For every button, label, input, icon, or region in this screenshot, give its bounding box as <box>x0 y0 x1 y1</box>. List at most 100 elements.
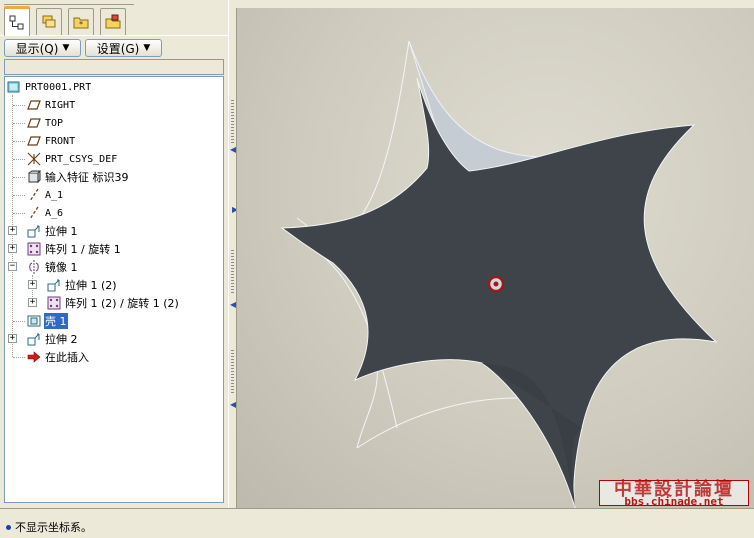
tree-item-label: 拉伸 2 <box>45 333 78 346</box>
import-feature-icon <box>27 170 41 184</box>
graphics-viewport[interactable]: 中華設計論壇 bbs.chinade.net <box>236 8 754 508</box>
tree-item-label: FRONT <box>45 135 76 147</box>
model-render <box>280 40 718 508</box>
tree-item-pattern-1-copy[interactable]: 阵列 1 (2) / 旋转 1 (2) <box>47 295 180 311</box>
tree-connector <box>13 123 25 124</box>
model-tree[interactable]: + + − + + + PRT0001.PRT RIGHT TOP FRONT <box>4 76 224 503</box>
datum-plane-icon <box>27 134 41 148</box>
svg-text:*: * <box>79 20 83 29</box>
expand-toggle[interactable]: + <box>8 334 17 343</box>
tree-item-label: RIGHT <box>45 99 76 111</box>
tree-item-label: 壳 1 <box>44 313 68 329</box>
tree-connector <box>13 195 25 196</box>
tree-item-import-feature[interactable]: 输入特征 标识39 <box>27 169 130 185</box>
datum-plane-icon <box>27 98 41 112</box>
watermark: 中華設計論壇 bbs.chinade.net <box>599 480 749 508</box>
dropdown-arrow-icon: ▼ <box>143 43 151 53</box>
tree-item-label: TOP <box>45 117 64 129</box>
expand-toggle[interactable]: + <box>8 244 17 253</box>
tree-item-pattern-1[interactable]: 阵列 1 / 旋转 1 <box>27 241 122 257</box>
tab-favorites[interactable]: * <box>68 8 94 35</box>
extrude-icon <box>27 224 41 238</box>
navigator-panel: * 显示(Q) ▼ 设置(G) ▼ + + − + + + PRT0001.PR… <box>0 0 229 508</box>
collapse-toggle[interactable]: − <box>8 262 17 271</box>
datum-axis-icon <box>27 188 41 202</box>
tree-connector <box>13 357 25 358</box>
show-menu-label: 显示(Q) <box>15 41 59 56</box>
tree-header-bar <box>4 59 224 75</box>
tree-connector <box>13 213 25 214</box>
tree-item-extrude-1-copy[interactable]: 拉伸 1 (2) <box>47 277 118 293</box>
tree-item-label: 在此插入 <box>45 351 89 364</box>
model-tree-icon <box>9 15 24 29</box>
tab-top-sliver <box>4 0 134 5</box>
connections-icon <box>105 14 121 29</box>
layers-folder-icon <box>42 15 56 28</box>
watermark-url: bbs.chinade.net <box>624 495 724 508</box>
tree-item-label: A_1 <box>45 189 64 201</box>
tree-item-csys[interactable]: PRT_CSYS_DEF <box>27 151 118 167</box>
splitter-grip <box>231 250 234 294</box>
tree-item-label: PRT0001.PRT <box>25 81 92 93</box>
tab-folder-browser[interactable] <box>36 8 62 35</box>
tree-item-label: 阵列 1 (2) / 旋转 1 (2) <box>65 297 179 310</box>
tree-item-extrude-2[interactable]: 拉伸 2 <box>27 331 79 347</box>
tab-connections[interactable] <box>100 8 126 35</box>
mirror-icon <box>27 260 41 274</box>
show-menu-button[interactable]: 显示(Q) ▼ <box>4 39 81 57</box>
tree-item-front[interactable]: FRONT <box>27 133 76 149</box>
tree-item-axis-a6[interactable]: A_6 <box>27 205 64 221</box>
settings-menu-button[interactable]: 设置(G) ▼ <box>85 39 162 57</box>
coordinate-system-icon <box>27 152 41 166</box>
tree-item-label: 拉伸 1 <box>45 225 78 238</box>
datum-axis-icon <box>27 206 41 220</box>
tree-item-shell-1[interactable]: 壳 1 <box>27 313 68 329</box>
dark-shell-surface <box>280 77 718 508</box>
tab-model-tree[interactable] <box>4 6 30 36</box>
tree-connector <box>13 141 25 142</box>
pro-engineer-window: * 显示(Q) ▼ 设置(G) ▼ + + − + + + PRT0001.PR… <box>0 0 754 538</box>
favorites-folder-icon: * <box>73 17 89 29</box>
tree-item-label: A_6 <box>45 207 64 219</box>
pattern-icon <box>27 242 41 256</box>
tree-item-label: 镜像 1 <box>45 261 78 274</box>
extrude-icon <box>27 332 41 346</box>
tree-menu-row: 显示(Q) ▼ 设置(G) ▼ <box>0 38 229 58</box>
tree-connector <box>13 321 25 322</box>
tree-item-mirror-1[interactable]: 镜像 1 <box>27 259 79 275</box>
dropdown-arrow-icon: ▼ <box>62 43 70 53</box>
tree-item-extrude-1[interactable]: 拉伸 1 <box>27 223 79 239</box>
shell-icon <box>27 314 41 328</box>
insert-here-arrow-icon <box>27 350 41 364</box>
center-marker-dot <box>493 281 499 287</box>
expand-toggle[interactable]: + <box>28 280 37 289</box>
pattern-icon <box>47 296 61 310</box>
tree-connector <box>13 105 25 106</box>
edge-curve <box>356 397 518 449</box>
tree-item-label: 输入特征 标识39 <box>45 171 129 184</box>
tree-item-root-part[interactable]: PRT0001.PRT <box>7 79 92 95</box>
message-bullet-icon <box>6 524 11 530</box>
status-message: 不显示坐标系。 <box>6 519 92 535</box>
expand-toggle[interactable]: + <box>8 226 17 235</box>
tree-item-label: 拉伸 1 (2) <box>65 279 117 292</box>
splitter-grip <box>231 350 234 394</box>
splitter-grip <box>231 100 234 144</box>
tree-item-axis-a1[interactable]: A_1 <box>27 187 64 203</box>
navigator-tab-strip: * <box>0 0 229 36</box>
tree-item-right[interactable]: RIGHT <box>27 97 76 113</box>
tree-item-label: 阵列 1 / 旋转 1 <box>45 243 121 256</box>
datum-plane-icon <box>27 116 41 130</box>
tree-item-top[interactable]: TOP <box>27 115 64 131</box>
tree-item-label: PRT_CSYS_DEF <box>45 153 118 165</box>
status-message-text: 不显示坐标系。 <box>15 521 92 534</box>
panel-splitter[interactable]: ◀ ▶ ◀ ◀ <box>228 0 238 508</box>
part-icon <box>7 80 21 94</box>
tree-connector <box>13 159 25 160</box>
expand-toggle[interactable]: + <box>28 298 37 307</box>
message-area: 不显示坐标系。 <box>0 508 754 538</box>
tree-connector <box>13 177 25 178</box>
extrude-icon <box>47 278 61 292</box>
settings-menu-label: 设置(G) <box>96 41 140 56</box>
tree-item-insert-here[interactable]: 在此插入 <box>27 349 90 365</box>
